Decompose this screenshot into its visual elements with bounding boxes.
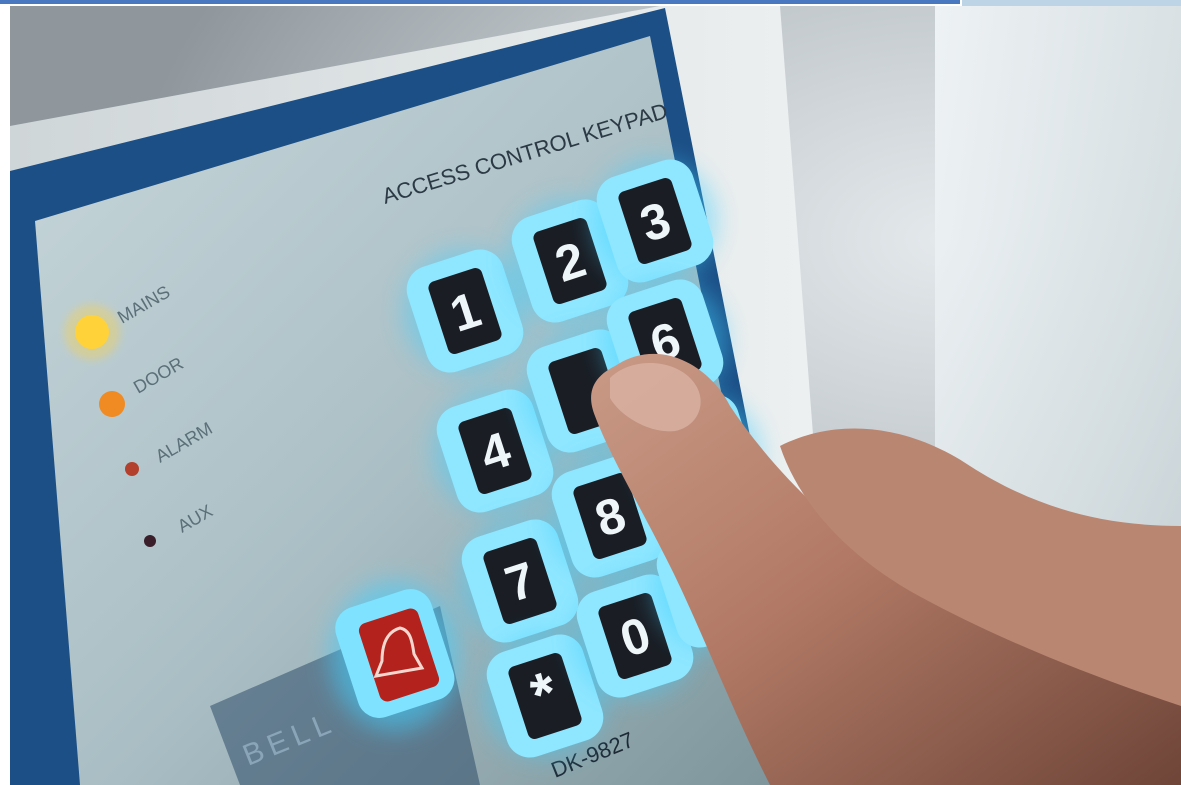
- alarm-led-icon: [125, 462, 139, 476]
- photo-stage: ACCESS CONTROL KEYPAD MAINS DOOR ALARM A…: [0, 0, 1181, 785]
- keypad-photo: ACCESS CONTROL KEYPAD MAINS DOOR ALARM A…: [10, 6, 1181, 785]
- bell-key[interactable]: [330, 581, 461, 731]
- door-led-icon: [99, 391, 125, 417]
- aux-led-icon: [144, 535, 156, 547]
- top-border: [0, 0, 960, 4]
- keypad-scene: ACCESS CONTROL KEYPAD MAINS DOOR ALARM A…: [10, 6, 1181, 785]
